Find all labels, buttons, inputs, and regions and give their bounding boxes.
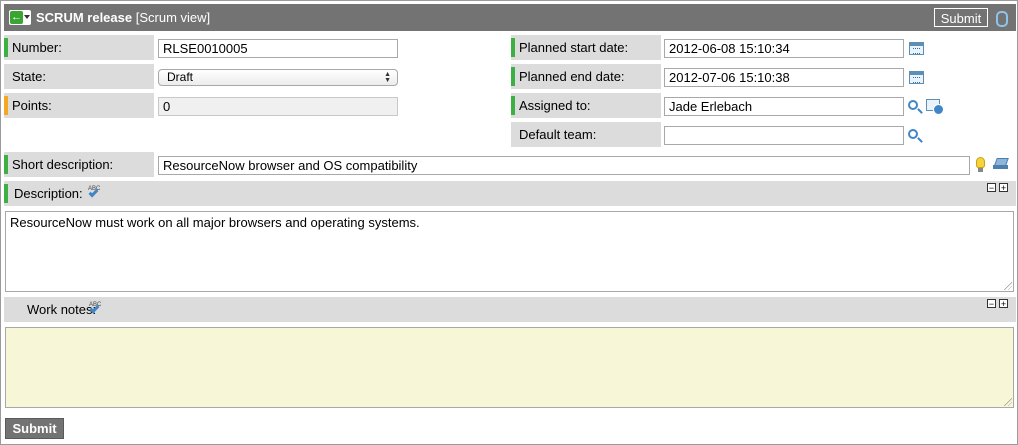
assigned-to-label: Assigned to: bbox=[519, 98, 591, 113]
mandatory-indicator bbox=[511, 96, 515, 115]
planned-start-field[interactable]: 2012-06-08 15:10:34 bbox=[664, 39, 904, 58]
expand-icon[interactable]: + bbox=[999, 183, 1008, 193]
assigned-to-field[interactable]: Jade Erlebach bbox=[664, 97, 904, 116]
points-label-cell: Points: bbox=[4, 93, 154, 118]
chevron-down-icon bbox=[24, 15, 30, 19]
state-label-cell: State: bbox=[4, 64, 154, 89]
short-description-label-cell: Short description: bbox=[4, 152, 154, 177]
resize-handle-icon[interactable] bbox=[1004, 398, 1012, 406]
form-title: SCRUM release [Scrum view] bbox=[36, 10, 210, 25]
form-view-name: [Scrum view] bbox=[135, 10, 211, 25]
number-label-cell: Number: bbox=[4, 35, 154, 60]
mandatory-warning-indicator bbox=[4, 96, 8, 115]
mandatory-indicator bbox=[4, 38, 8, 57]
form-frame: ← SCRUM release [Scrum view] Submit Numb… bbox=[0, 0, 1018, 445]
work-notes-section-header: Work notes: ABC − + bbox=[4, 297, 1016, 322]
short-description-field[interactable]: ResourceNow browser and OS compatibility bbox=[158, 156, 970, 175]
state-label: State: bbox=[12, 69, 46, 84]
planned-end-field[interactable]: 2012-07-06 15:10:38 bbox=[664, 68, 904, 87]
assigned-to-label-cell: Assigned to: bbox=[511, 93, 661, 118]
planned-end-label: Planned end date: bbox=[519, 69, 625, 84]
back-arrow-icon: ← bbox=[10, 11, 23, 24]
submit-button-top[interactable]: Submit bbox=[934, 8, 988, 27]
mandatory-indicator bbox=[511, 38, 515, 57]
mandatory-indicator bbox=[4, 184, 8, 203]
state-select-value: Draft bbox=[167, 70, 194, 84]
calendar-icon[interactable] bbox=[909, 71, 924, 84]
description-text: ResourceNow must work on all major brows… bbox=[10, 215, 420, 230]
spell-check-icon[interactable]: ABC bbox=[86, 186, 102, 200]
description-section-header: Description: ABC − + bbox=[4, 181, 1016, 206]
number-label: Number: bbox=[12, 40, 62, 55]
default-team-field[interactable] bbox=[664, 126, 904, 145]
default-team-label-cell: Default team: bbox=[511, 122, 661, 147]
description-label: Description: bbox=[14, 186, 83, 201]
short-description-label: Short description: bbox=[12, 157, 114, 172]
resize-handle-icon[interactable] bbox=[1004, 282, 1012, 290]
select-arrows-icon: ▲ ▼ bbox=[384, 71, 391, 84]
expand-icon[interactable]: + bbox=[999, 299, 1008, 309]
number-field[interactable]: RLSE0010005 bbox=[158, 39, 398, 58]
default-team-label: Default team: bbox=[519, 127, 597, 142]
points-label: Points: bbox=[12, 98, 52, 113]
work-notes-label: Work notes: bbox=[27, 302, 97, 317]
points-field[interactable]: 0 bbox=[158, 97, 398, 116]
stack-icon[interactable] bbox=[993, 158, 1009, 170]
planned-start-label: Planned start date: bbox=[519, 40, 629, 55]
search-icon[interactable] bbox=[908, 129, 918, 139]
form-header: ← SCRUM release [Scrum view] Submit bbox=[4, 4, 1016, 31]
search-icon[interactable] bbox=[908, 100, 918, 110]
planned-end-label-cell: Planned end date: bbox=[511, 64, 661, 89]
submit-button-bottom[interactable]: Submit bbox=[5, 418, 64, 439]
paperclip-icon[interactable] bbox=[996, 11, 1008, 27]
calendar-icon[interactable] bbox=[909, 42, 924, 55]
user-lookup-icon[interactable] bbox=[926, 99, 944, 115]
planned-start-label-cell: Planned start date: bbox=[511, 35, 661, 60]
form-title-text: SCRUM release bbox=[36, 10, 133, 25]
lightbulb-icon[interactable] bbox=[976, 157, 985, 172]
spell-check-icon[interactable]: ABC bbox=[87, 302, 103, 316]
mandatory-indicator bbox=[4, 155, 8, 174]
back-button[interactable]: ← bbox=[9, 10, 31, 25]
mandatory-indicator bbox=[511, 67, 515, 86]
collapse-icon[interactable]: − bbox=[987, 183, 996, 193]
description-textarea[interactable]: ResourceNow must work on all major brows… bbox=[5, 211, 1014, 292]
collapse-icon[interactable]: − bbox=[987, 299, 996, 309]
work-notes-textarea[interactable] bbox=[5, 327, 1014, 408]
state-select[interactable]: Draft ▲ ▼ bbox=[158, 69, 398, 86]
